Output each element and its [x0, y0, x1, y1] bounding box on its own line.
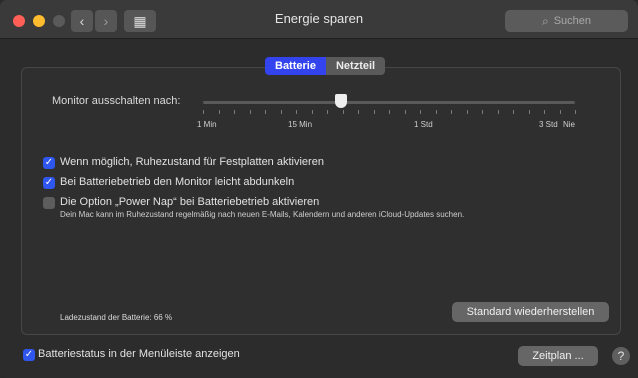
checkbox-menubar-battery[interactable]: ✓ [23, 349, 35, 361]
slider-tick [327, 110, 328, 114]
tick-label: 1 Std [414, 120, 433, 129]
option-disk-sleep-label: Wenn möglich, Ruhezustand für Festplatte… [60, 156, 324, 168]
slider-tick [281, 110, 282, 114]
slider-tick [250, 110, 251, 114]
checkbox-dim-display[interactable]: ✓ [43, 177, 55, 189]
slider-tick [451, 110, 452, 114]
slider-tick [467, 110, 468, 114]
slider-tick [358, 110, 359, 114]
slider-tick [560, 110, 561, 114]
slider-tick [343, 110, 344, 114]
restore-defaults-button[interactable]: Standard wiederherstellen [452, 302, 609, 322]
option-dim-display-label: Bei Batteriebetrieb den Monitor leicht a… [60, 176, 295, 188]
power-nap-description: Dein Mac kann im Ruhezustand regelmäßig … [60, 210, 465, 219]
option-power-nap-label: Die Option „Power Nap“ bei Batteriebetri… [60, 196, 320, 208]
checkbox-power-nap[interactable] [43, 197, 55, 209]
slider-tick [312, 110, 313, 114]
tick-label: 1 Min [197, 120, 217, 129]
slider-tick [389, 110, 390, 114]
power-source-tabs: Batterie Netzteil [265, 57, 386, 75]
tick-label: 3 Std [539, 120, 558, 129]
slider-tick [544, 110, 545, 114]
slider-tick [374, 110, 375, 114]
slider-tick [436, 110, 437, 114]
battery-level-text: Ladezustand der Batterie: 66 % [60, 313, 173, 322]
slider-tick [296, 110, 297, 114]
checkbox-disk-sleep[interactable]: ✓ [43, 157, 55, 169]
preferences-window: ‹ › ▦ Energie sparen ⌕ Suchen Batterie N… [0, 0, 638, 378]
slider-tick [203, 110, 204, 114]
search-placeholder: Suchen [553, 15, 592, 27]
slider-tick [498, 110, 499, 114]
display-sleep-slider-thumb[interactable] [335, 94, 347, 108]
tab-battery[interactable]: Batterie [265, 57, 326, 75]
schedule-button[interactable]: Zeitplan ... [518, 346, 598, 366]
menubar-battery-label: Batteriestatus in der Menüleiste anzeige… [38, 348, 240, 360]
tick-label: Nie [563, 120, 576, 129]
slider-tick [234, 110, 235, 114]
titlebar: ‹ › ▦ Energie sparen ⌕ Suchen [0, 0, 638, 39]
slider-tick [482, 110, 483, 114]
slider-tick [405, 110, 406, 114]
search-field[interactable]: ⌕ Suchen [505, 10, 628, 32]
tab-power-adapter[interactable]: Netzteil [325, 57, 386, 75]
search-icon: ⌕ [541, 13, 549, 28]
help-button[interactable]: ? [612, 347, 630, 365]
tick-label: 15 Min [288, 120, 313, 129]
display-sleep-slider[interactable] [203, 101, 575, 104]
slider-tick [513, 110, 514, 114]
display-sleep-label: Monitor ausschalten nach: [52, 95, 181, 107]
slider-tick [420, 110, 421, 114]
slider-tick [575, 110, 576, 114]
slider-tick [265, 110, 266, 114]
slider-tick [529, 110, 530, 114]
slider-tick [219, 110, 220, 114]
